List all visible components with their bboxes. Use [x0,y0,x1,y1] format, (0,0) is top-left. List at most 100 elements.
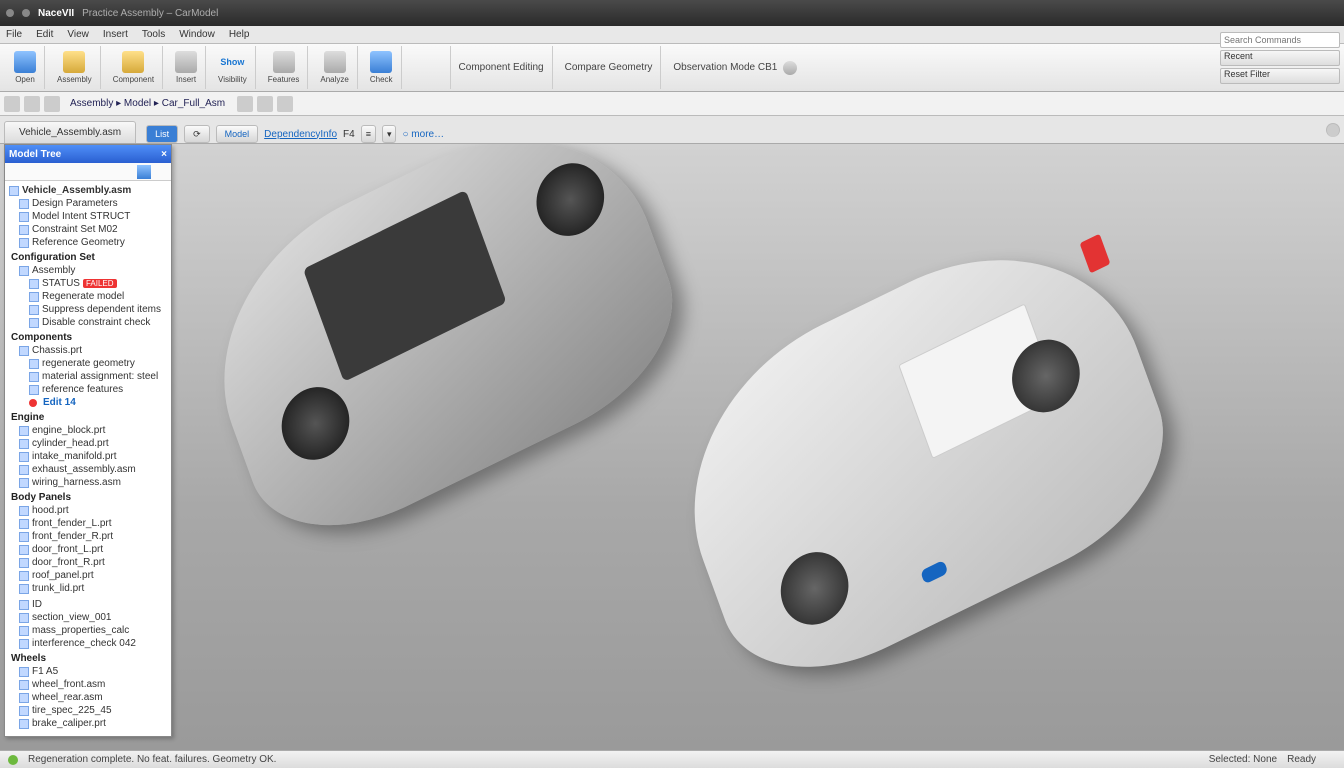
edit-badge[interactable]: Edit 14 [43,397,76,408]
menu-window[interactable]: Window [179,29,215,40]
ribbon-observation-button[interactable]: Observation Mode CB1 [665,46,805,89]
tree-item[interactable]: Suppress dependent items [9,303,169,316]
part-icon [19,199,29,209]
tree-item[interactable]: interference_check 042 [9,637,169,650]
mode-model-button[interactable]: Model [216,125,259,143]
tree-item[interactable]: Regenerate model [9,290,169,303]
reset-filter-button[interactable]: Reset Filter [1220,68,1340,84]
part-icon [19,706,29,716]
tree-item[interactable]: tire_spec_225_45 [9,704,169,717]
tree-item[interactable]: front_fender_R.prt [9,530,169,543]
grid-icon[interactable] [257,96,273,112]
refresh-button[interactable]: ⟳ [184,125,210,143]
ribbon-group-open[interactable]: Open [6,46,45,89]
ribbon-group-component[interactable]: Component [105,46,163,89]
tree-item[interactable]: trunk_lid.prt [9,582,169,595]
tree-item[interactable]: reference features [9,383,169,396]
ribbon-group-features[interactable]: Features [260,46,309,89]
tree-item[interactable]: section_view_001 [9,611,169,624]
save-icon[interactable] [4,96,20,112]
tree-item[interactable]: wheel_front.asm [9,678,169,691]
tree-item[interactable]: Assembly [9,264,169,277]
ribbon-label: Insert [176,75,196,84]
menu-insert[interactable]: Insert [103,29,128,40]
tree-item-label: front_fender_R.prt [32,531,113,542]
panel-title: Model Tree [9,149,61,160]
dropdown-button[interactable]: ▾ [382,125,397,143]
menu-file[interactable]: File [6,29,22,40]
refresh-icon[interactable] [237,96,253,112]
menu-edit[interactable]: Edit [36,29,53,40]
menu-help[interactable]: Help [229,29,250,40]
tree-item[interactable]: door_front_L.prt [9,543,169,556]
tree-item[interactable]: Disable constraint check [9,316,169,329]
tree-item-label: cylinder_head.prt [32,438,109,449]
collapse-all-icon[interactable] [25,165,39,179]
undo-icon[interactable] [24,96,40,112]
tree-item[interactable]: front_fender_L.prt [9,517,169,530]
tree-item[interactable]: Reference Geometry [9,236,169,249]
expand-all-icon[interactable] [8,165,22,179]
settings-icon[interactable] [137,165,151,179]
tree-item[interactable]: roof_panel.prt [9,569,169,582]
recent-button[interactable]: Recent [1220,50,1340,66]
tree-item[interactable]: Constraint Set M02 [9,223,169,236]
filter-icon[interactable] [42,165,56,179]
ribbon-group-insert[interactable]: Insert [167,46,206,89]
tree-item[interactable]: regenerate geometry [9,357,169,370]
model-tree-panel: Model Tree × Vehicle_Assembly.asmDesign … [4,144,172,737]
model-tree[interactable]: Vehicle_Assembly.asmDesign ParametersMod… [5,181,171,736]
tree-item[interactable]: Model Intent STRUCT [9,210,169,223]
window-control-icon[interactable] [6,9,14,17]
tree-item-label: Regenerate model [42,291,124,302]
tree-item[interactable]: wheel_rear.asm [9,691,169,704]
tree-item[interactable]: material assignment: steel [9,370,169,383]
wheel-icon [771,540,858,637]
settings-icon[interactable] [277,96,293,112]
tree-item[interactable]: Edit 14 [9,396,169,409]
ribbon-group-show[interactable]: ShowVisibility [210,46,256,89]
tree-section: Body Panels [11,492,169,503]
tree-item-label: tire_spec_225_45 [32,705,112,716]
tree-item[interactable]: brake_caliper.prt [9,717,169,730]
tree-item[interactable]: ID [9,598,169,611]
tree-item[interactable]: hood.prt [9,504,169,517]
ribbon-group-check[interactable]: Check [362,46,402,89]
menu-icon[interactable] [154,165,168,179]
tree-item[interactable]: intake_manifold.prt [9,450,169,463]
tree-item-label: Disable constraint check [42,317,150,328]
tree-root[interactable]: Vehicle_Assembly.asm [9,184,169,197]
tree-item[interactable]: STATUS FAILED [9,277,169,290]
tree-item[interactable]: exhaust_assembly.asm [9,463,169,476]
mode-list-button[interactable]: List [146,125,178,143]
window-control-icon[interactable] [22,9,30,17]
close-tab-button[interactable] [1326,123,1340,137]
menu-tools[interactable]: Tools [142,29,165,40]
part-icon [19,693,29,703]
tree-item[interactable]: Chassis.prt [9,344,169,357]
tree-item[interactable]: wiring_harness.asm [9,476,169,489]
link-more[interactable]: ○ more… [402,129,444,140]
tree-item[interactable]: cylinder_head.prt [9,437,169,450]
status-ok-icon [8,755,18,765]
redo-icon[interactable] [44,96,60,112]
document-tab[interactable]: Vehicle_Assembly.asm [4,121,136,143]
part-icon [29,305,39,315]
3d-viewport[interactable]: Model Tree × Vehicle_Assembly.asmDesign … [0,144,1344,750]
ribbon-group-analyze[interactable]: Analyze [312,46,357,89]
tree-item[interactable]: Design Parameters [9,197,169,210]
ribbon-compare-button[interactable]: Compare Geometry [557,46,662,89]
tree-item[interactable]: mass_properties_calc [9,624,169,637]
breadcrumb[interactable]: Assembly ▸ Model ▸ Car_Full_Asm [70,98,225,109]
menu-view[interactable]: View [67,29,89,40]
list-icon-button[interactable]: ≡ [361,125,376,143]
close-icon[interactable]: × [161,149,167,160]
dependency-link[interactable]: DependencyInfo [264,129,337,140]
panel-header[interactable]: Model Tree × [5,145,171,163]
tree-item[interactable]: engine_block.prt [9,424,169,437]
command-search-input[interactable] [1220,32,1340,48]
tree-item[interactable]: door_front_R.prt [9,556,169,569]
document-tabstrip: Vehicle_Assembly.asm List ⟳ Model Depend… [0,116,1344,144]
ribbon-group-assembly[interactable]: Assembly [49,46,101,89]
tree-item[interactable]: F1 A5 [9,665,169,678]
